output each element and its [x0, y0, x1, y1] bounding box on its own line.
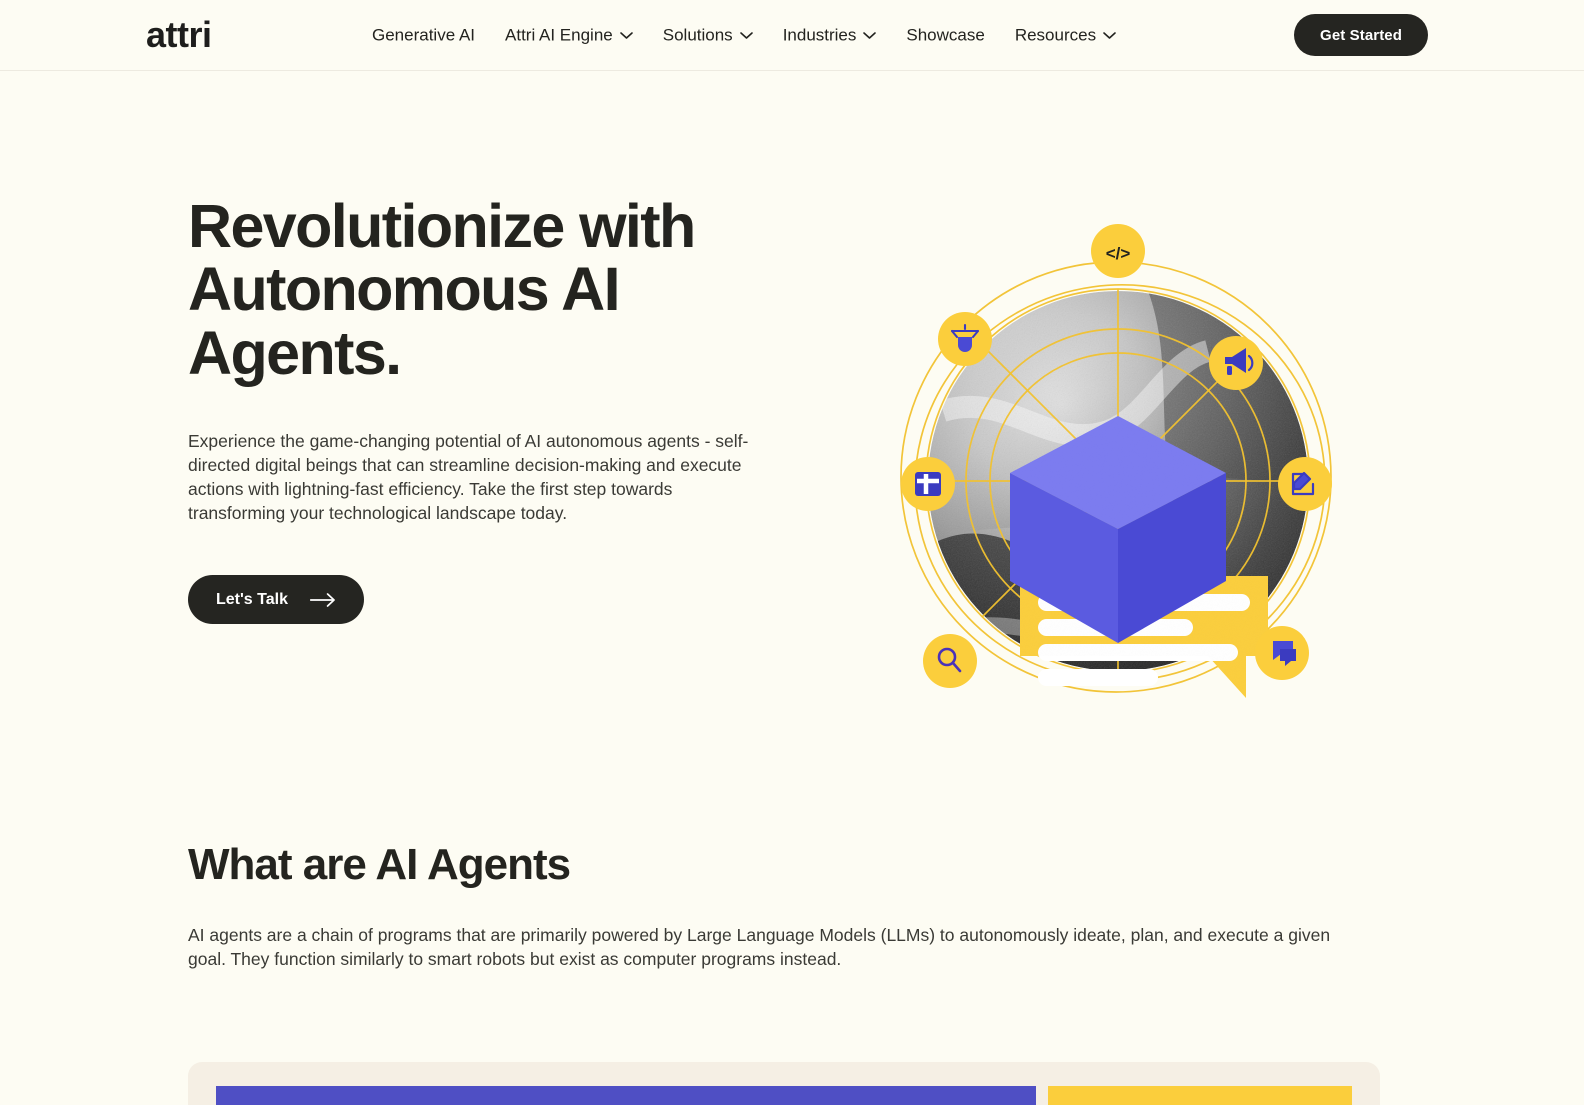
main-navigation: Generative AI Attri AI Engine Solutions …	[372, 27, 1116, 44]
nav-item-resources[interactable]: Resources	[1015, 27, 1116, 44]
hero-illustration: </>	[848, 211, 1388, 751]
nav-item-attri-ai-engine[interactable]: Attri AI Engine	[505, 27, 633, 44]
nav-item-label: Generative AI	[372, 25, 476, 45]
image-icon	[901, 457, 955, 511]
brand-logo[interactable]: attri	[146, 17, 212, 53]
nav-item-showcase[interactable]: Showcase	[906, 27, 984, 44]
nav-item-label: Solutions	[662, 25, 733, 45]
nav-item-label: Industries	[782, 25, 857, 45]
chat-icon	[1255, 626, 1309, 680]
arrow-right-icon	[309, 592, 336, 607]
hero-copy: Revolutionize with Autonomous AI Agents.…	[188, 192, 788, 625]
drone-icon	[938, 312, 992, 366]
chevron-down-icon	[739, 31, 753, 39]
get-started-button[interactable]: Get Started	[1294, 14, 1428, 56]
nav-item-label: Showcase	[906, 25, 985, 45]
navbar: attri Generative AI Attri AI Engine Solu…	[0, 0, 1584, 71]
card-bar-primary	[216, 1086, 1036, 1105]
hero-title-line-3: Agents.	[188, 318, 402, 387]
nav-item-label: Attri AI Engine	[505, 25, 613, 45]
nav-item-industries[interactable]: Industries	[783, 27, 877, 44]
page-title: Revolutionize with Autonomous AI Agents.	[188, 192, 788, 387]
nav-item-generative-ai[interactable]: Generative AI	[372, 27, 475, 44]
chevron-down-icon	[863, 31, 877, 39]
svg-text:</>: </>	[1106, 244, 1131, 263]
lets-talk-label: Let's Talk	[216, 590, 288, 608]
chevron-down-icon	[619, 31, 633, 39]
card-bar-secondary	[1048, 1086, 1352, 1105]
chevron-down-icon	[1103, 31, 1116, 39]
hero-subtitle: Experience the game-changing potential o…	[188, 431, 749, 524]
page-root: attri Generative AI Attri AI Engine Solu…	[0, 0, 1584, 1105]
nav-item-label: Resources	[1014, 25, 1097, 45]
megaphone-icon	[1209, 336, 1263, 390]
hero-title-line-2: Autonomous AI	[188, 255, 621, 324]
code-icon: </>	[1091, 224, 1145, 278]
section-title: What are AI Agents	[188, 840, 571, 889]
feature-card	[188, 1062, 1380, 1105]
nav-item-solutions[interactable]: Solutions	[663, 27, 753, 44]
hero-title-line-1: Revolutionize with	[188, 192, 696, 260]
search-icon	[923, 634, 977, 688]
edit-pencil-icon	[1278, 457, 1332, 511]
lets-talk-button[interactable]: Let's Talk	[188, 575, 364, 625]
section-body: AI agents are a chain of programs that a…	[188, 925, 1331, 970]
hero-section: Revolutionize with Autonomous AI Agents.…	[0, 71, 1584, 811]
